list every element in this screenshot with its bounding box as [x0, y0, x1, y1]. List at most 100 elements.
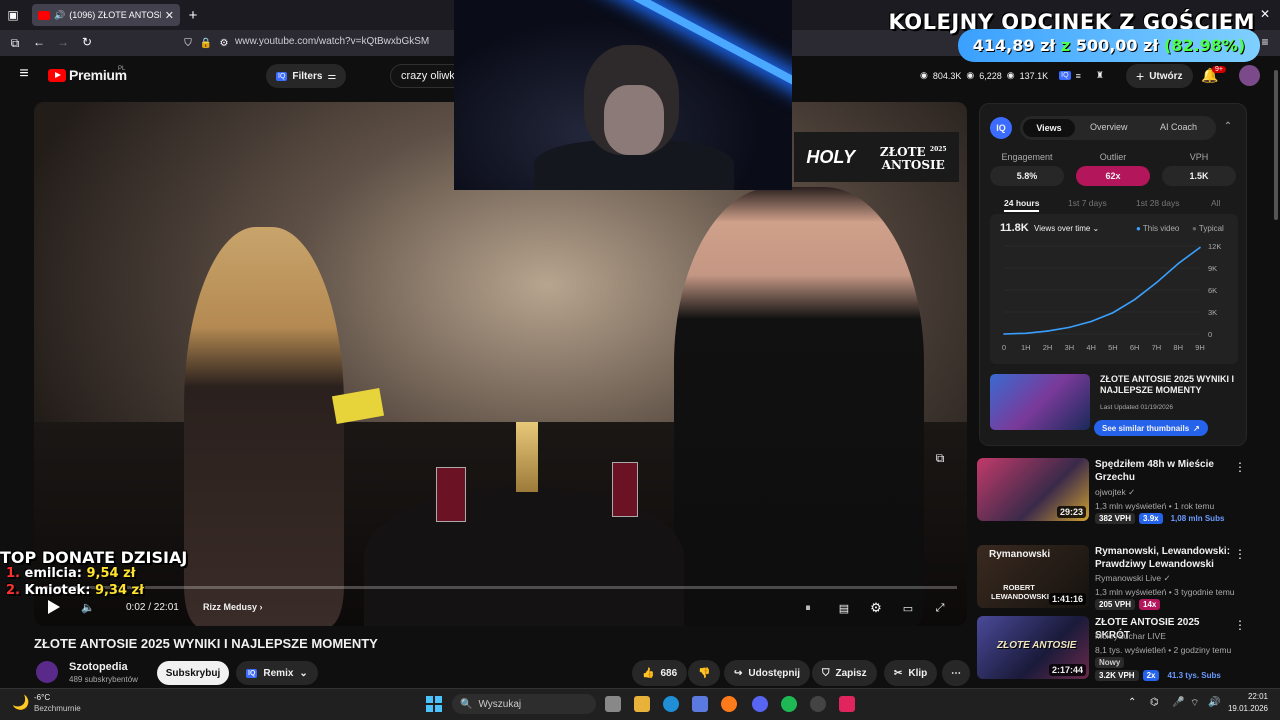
create-button[interactable]: + Utwórz [1126, 64, 1193, 88]
clip-button[interactable]: ✂ Klip [884, 660, 938, 686]
play-button[interactable] [48, 598, 62, 616]
store-icon[interactable] [692, 696, 708, 712]
discord-icon[interactable] [752, 696, 768, 712]
network-icon[interactable]: ⌬ [1150, 697, 1159, 708]
range-28d[interactable]: 1st 28 days [1136, 198, 1179, 208]
mic-icon[interactable]: 🎤 [1172, 697, 1184, 708]
windows-start-icon[interactable] [426, 696, 442, 712]
like-button[interactable]: 👍 686 [632, 660, 688, 686]
task-view-icon[interactable] [605, 696, 621, 712]
autoplay-toggle-icon[interactable]: ⏸ [800, 600, 816, 616]
recommendation-card[interactable]: 29:23 Spędziłem 48h w Mieście Grzechu oj… [977, 458, 1267, 524]
recommendation-card[interactable]: Rymanowski ROBERT LEWANDOWSKI 1:41:16 Ry… [977, 545, 1267, 610]
external-link-icon: ↗ [1193, 423, 1200, 433]
range-7d[interactable]: 1st 7 days [1068, 198, 1107, 208]
create-label: Utwórz [1149, 70, 1183, 82]
weather-desc: Bezchmurnie [34, 704, 81, 713]
recommendation-title[interactable]: Rymanowski, Lewandowski: Prawdziwy Lewan… [1095, 545, 1237, 571]
close-tab-icon[interactable]: ✕ [165, 9, 174, 22]
recommendation-channel[interactable]: ojwojtek ✓ [1095, 487, 1135, 498]
recommendation-thumbnail[interactable]: Rymanowski ROBERT LEWANDOWSKI 1:41:16 [977, 545, 1089, 608]
range-24h[interactable]: 24 hours [1004, 198, 1040, 212]
youtube-logo-icon[interactable] [48, 69, 66, 82]
tab-overview-icon[interactable]: ▣ [6, 8, 20, 22]
similar-thumbnails-button[interactable]: See similar thumbnails ↗ [1094, 420, 1208, 436]
recommendation-channel[interactable]: MokrySuchar LIVE [1095, 631, 1166, 641]
fullscreen-icon[interactable]: ⤢ [932, 600, 948, 616]
search-input[interactable]: crazy oliwk [390, 64, 460, 88]
browser-tab-active[interactable]: 🔊 (1096) ZŁOTE ANTOSIE 202 ✕ [32, 4, 180, 26]
series-point [1003, 333, 1005, 335]
permissions-icon[interactable]: ⚙ [218, 36, 230, 50]
panel-tabs: Views Overview AI Coach [1020, 116, 1216, 140]
speaker-icon[interactable]: 🔊 [54, 10, 65, 21]
duration-badge: 29:23 [1056, 506, 1086, 518]
verified-icon: ✓ [1128, 487, 1136, 497]
list-icon[interactable]: ≡ [1076, 71, 1081, 81]
settings-gear-icon[interactable]: ⚙ [868, 600, 884, 616]
chart-x-tick: 6H [1130, 343, 1140, 352]
clock-time[interactable]: 22:01 [1238, 692, 1268, 701]
forward-icon[interactable]: → [56, 35, 70, 49]
weather-temp[interactable]: -6°C [34, 693, 50, 702]
speaker-icon[interactable]: 🔊 [1208, 697, 1220, 708]
file-explorer-icon[interactable] [634, 696, 650, 712]
dislike-button[interactable]: 👎 [688, 660, 721, 686]
scrollbar[interactable] [1274, 70, 1278, 220]
video-progress-bar[interactable] [44, 586, 957, 589]
vidiq-logo: IQ [990, 117, 1012, 139]
recommendation-thumbnail[interactable]: ZŁOTE ANTOSIE 2:17:44 [977, 616, 1089, 679]
tab-ai-coach[interactable]: AI Coach [1160, 122, 1197, 132]
avatar[interactable] [1239, 65, 1260, 86]
views-chart: 12K 9K 6K 3K 0 0 1H 2H 3H 4H 5H 6H 7H 8H 9H [1002, 242, 1221, 352]
recommendation-channel[interactable]: Rymanowski Live ✓ [1095, 573, 1171, 584]
captions-icon[interactable]: ▤ [836, 600, 852, 616]
shield-icon[interactable]: ⛉ [182, 36, 194, 50]
close-window-icon[interactable]: ✕ [1258, 7, 1272, 21]
obs-icon[interactable] [810, 696, 826, 712]
firefox-icon[interactable] [721, 696, 737, 712]
chapter-button[interactable]: Rizz Medusy › [203, 602, 263, 612]
channel-name[interactable]: Szotopedia [69, 661, 128, 673]
lock-icon[interactable]: 🔒 [200, 36, 212, 50]
trophy-icon[interactable]: ♜ [1096, 70, 1104, 81]
menu-icon[interactable]: ≡ [1258, 35, 1272, 49]
subscribe-button[interactable]: Subskrybuj [157, 661, 229, 685]
theater-mode-icon[interactable]: ▭ [900, 600, 916, 616]
taskbar-search[interactable]: 🔍 Wyszukaj [452, 694, 596, 714]
spotify-icon[interactable] [781, 696, 797, 712]
volume-icon[interactable]: 🔈 [80, 600, 96, 614]
more-actions-button[interactable]: ⋯ [942, 660, 970, 686]
save-button[interactable]: ⛉ Zapisz [812, 660, 877, 686]
edge-icon[interactable] [663, 696, 679, 712]
recommendation-title[interactable]: Spędziłem 48h w Mieście Grzechu [1095, 458, 1237, 484]
tiktok-icon[interactable] [839, 696, 855, 712]
remix-button[interactable]: IQ Remix ⌄ [236, 661, 318, 685]
featured-thumbnail[interactable] [990, 374, 1090, 430]
thumbnail-text-top: Rymanowski [989, 549, 1051, 560]
sidebar-toggle-icon[interactable]: ⧉ [8, 36, 22, 50]
miniplayer-icon[interactable]: ⧉ [932, 450, 948, 466]
share-button[interactable]: ↪ Udostępnij [724, 660, 811, 686]
recommendation-card[interactable]: ZŁOTE ANTOSIE 2:17:44 ZŁOTE ANTOSIE 2025… [977, 616, 1267, 681]
back-icon[interactable]: ← [32, 35, 46, 49]
new-tab-icon[interactable]: + [186, 7, 200, 24]
recommendation-thumbnail[interactable]: 29:23 [977, 458, 1089, 521]
more-vert-icon[interactable]: ⋮ [1234, 618, 1246, 632]
views-dropdown[interactable]: Views over time ⌄ [1034, 224, 1099, 233]
channel-avatar[interactable] [36, 661, 58, 683]
more-vert-icon[interactable]: ⋮ [1234, 547, 1246, 561]
url-text[interactable]: www.youtube.com/watch?v=kQtBwxbGkSM [235, 36, 429, 47]
reload-icon[interactable]: ↻ [80, 35, 94, 49]
hamburger-menu-icon[interactable]: ≡ [16, 65, 32, 82]
filters-button[interactable]: IQ Filters ⚌ [266, 64, 347, 88]
collapse-icon[interactable]: ⌃ [1222, 120, 1234, 132]
iq-icon[interactable]: IQ [1059, 71, 1071, 80]
wifi-icon[interactable]: ⌔ [1190, 697, 1199, 710]
range-all[interactable]: All [1211, 198, 1220, 208]
more-vert-icon[interactable]: ⋮ [1234, 460, 1246, 474]
tab-overview[interactable]: Overview [1090, 122, 1128, 132]
moon-icon[interactable]: 🌙 [12, 694, 29, 711]
tray-chevron-icon[interactable]: ⌃ [1128, 697, 1136, 708]
tab-views[interactable]: Views [1023, 119, 1075, 137]
